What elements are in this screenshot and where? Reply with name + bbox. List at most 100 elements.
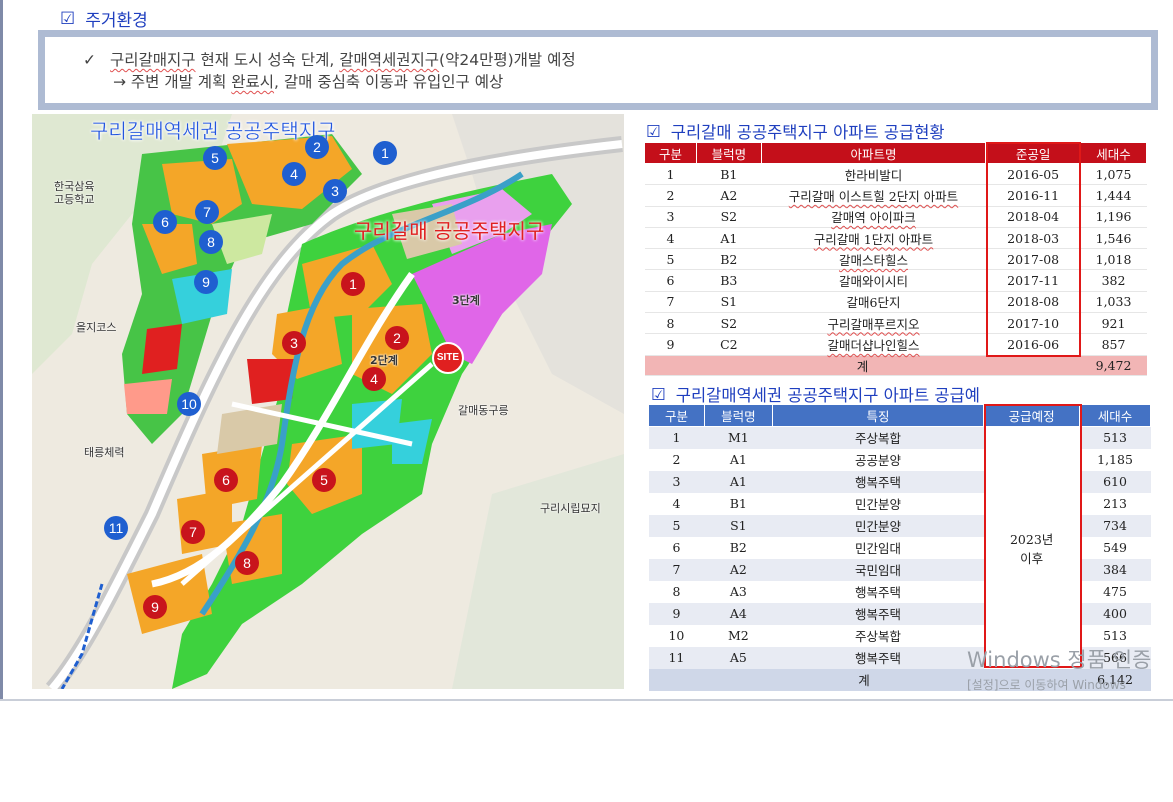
red-marker: 5 [312, 468, 336, 492]
table-cell: B2 [704, 536, 773, 559]
checkbox-icon: ☑ [646, 121, 661, 141]
table-cell: 857 [1080, 333, 1147, 356]
total-value: 9,472 [1080, 355, 1147, 376]
table-cell: 7 [644, 291, 697, 314]
table-total-row: 계 9,472 [644, 355, 1147, 376]
table-cell: 7 [648, 558, 705, 581]
check-mark-icon: ✓ [83, 51, 96, 69]
table-cell: 1,196 [1080, 206, 1147, 228]
watermark-line-2: [설정]으로 이동하여 Windows [967, 678, 1126, 692]
section-heading: ☑ 주거환경 [60, 6, 148, 32]
table-cell: A1 [696, 227, 762, 250]
summary-text-d: , 갈매 중심축 이동과 유입인구 예상 [274, 73, 504, 91]
table2-title: 구리갈매역세권 공공주택지구 아파트 공급예 [675, 386, 980, 405]
map-label-phase3: 3단계 [452, 294, 480, 307]
red-marker: 2 [385, 326, 409, 350]
blue-marker: 7 [195, 200, 219, 224]
table-cell: 10 [648, 624, 705, 647]
table-cell: S1 [696, 291, 762, 314]
table-cell: 행복주택 [772, 470, 984, 493]
map-title-galmae-district: 구리갈매 공공주택지구 [354, 219, 545, 243]
blue-marker: 8 [199, 230, 223, 254]
table-cell: 민간분양 [772, 514, 984, 537]
table-cell: 행복주택 [772, 646, 984, 669]
map-title-station-district: 구리갈매역세권 공공주택지구 [90, 119, 336, 143]
header-cell: 특징 [771, 404, 985, 427]
table-cell: 갈매와이시티 [761, 269, 986, 292]
summary-content: ✓ 구리갈매지구 현재 도시 성숙 단계, 갈매역세권지구(약24만평)개발 예… [45, 37, 1151, 103]
table-cell: 행복주택 [772, 580, 984, 603]
table-cell: 384 [1079, 558, 1151, 581]
table-cell: 921 [1080, 312, 1147, 335]
table-cell: 6 [644, 269, 697, 292]
table-cell: 갈매역 아이파크 [761, 206, 986, 228]
table-cell: 갈매스타힐스 [761, 248, 986, 271]
table-cell: A4 [704, 602, 773, 625]
blue-marker: 5 [203, 146, 227, 170]
windows-activation-watermark: Windows 정품 인증 [설정]으로 이동하여 Windows [967, 644, 1151, 693]
red-marker: 4 [362, 367, 386, 391]
table-cell: 213 [1079, 492, 1151, 515]
table-cell: A5 [704, 646, 773, 669]
table-cell: 1 [648, 426, 705, 449]
checkbox-icon: ☑ [651, 384, 666, 404]
table1-heading: ☑ 구리갈매 공공주택지구 아파트 공급현황 [646, 119, 945, 143]
table-cell: A2 [696, 184, 762, 207]
table-cell: 4 [648, 492, 705, 515]
summary-box: ✓ 구리갈매지구 현재 도시 성숙 단계, 갈매역세권지구(약24만평)개발 예… [38, 30, 1158, 110]
table-cell: 구리갈매 이스트힐 2단지 아파트 [761, 184, 986, 207]
header-cell: 구분 [644, 142, 697, 164]
checkbox-icon: ☑ [60, 8, 76, 29]
table-cell: 2 [648, 448, 705, 471]
table-cell: A2 [704, 558, 773, 581]
summary-term-galmae: 구리갈매지구 [110, 51, 196, 69]
summary-term-station: 갈매역세권지구 [339, 51, 440, 69]
blue-marker: 9 [194, 270, 218, 294]
table1-title: 구리갈매 공공주택지구 아파트 공급현황 [670, 123, 945, 142]
slide-divider [0, 699, 1173, 701]
section-title: 주거환경 [85, 11, 148, 31]
table-cell: 1,018 [1080, 248, 1147, 271]
header-cell: 세대수 [1080, 142, 1147, 164]
table-cell: 513 [1079, 426, 1151, 449]
table-cell: 400 [1079, 602, 1151, 625]
map-label-euljicourse: 을지코스 [76, 321, 117, 334]
table-cell: B3 [696, 269, 762, 292]
map-label-school: 한국삼육 고등학교 [54, 180, 95, 206]
table-cell: 1,185 [1079, 448, 1151, 471]
table-cell: B1 [704, 492, 773, 515]
table-cell: 8 [644, 312, 697, 335]
red-marker: 7 [181, 520, 205, 544]
watermark-line-1: Windows 정품 인증 [967, 648, 1152, 672]
red-marker: 3 [282, 331, 306, 355]
summary-line-2: → 주변 개발 계획 완료시, 갈매 중심축 이동과 유입인구 예상 [83, 71, 1151, 93]
table-cell: 민간분양 [772, 492, 984, 515]
table-cell: 734 [1079, 514, 1151, 537]
blue-marker: 3 [323, 179, 347, 203]
red-marker: 8 [235, 551, 259, 575]
table-cell: 8 [648, 580, 705, 603]
completion-date-highlight [986, 142, 1081, 357]
table-cell: 2 [644, 184, 697, 207]
header-cell: 구분 [648, 404, 705, 427]
blue-marker: 4 [282, 162, 306, 186]
blue-marker: 6 [153, 210, 177, 234]
table-cell: 4 [644, 227, 697, 250]
header-cell: 블럭명 [695, 142, 762, 164]
table-cell: S2 [696, 312, 762, 335]
table-cell: 주상복합 [772, 426, 984, 449]
summary-text-b: (약24만평)개발 예정 [439, 51, 576, 69]
summary-text-a: 현재 도시 성숙 단계, [195, 51, 340, 69]
red-marker: 9 [143, 595, 167, 619]
table-cell: S2 [696, 206, 762, 228]
table-cell: 구리갈매 1단지 아파트 [761, 227, 986, 250]
table-cell: 1,033 [1080, 291, 1147, 314]
summary-line-1: ✓ 구리갈매지구 현재 도시 성숙 단계, 갈매역세권지구(약24만평)개발 예… [83, 49, 1151, 71]
table-cell: A1 [704, 448, 773, 471]
table-cell: 610 [1079, 470, 1151, 493]
blue-marker: 2 [305, 135, 329, 159]
supply-schedule-highlight [984, 404, 1082, 668]
table-cell: 3 [648, 470, 705, 493]
summary-term-complete: 완료시 [231, 73, 275, 91]
table-cell: 1,546 [1080, 227, 1147, 250]
